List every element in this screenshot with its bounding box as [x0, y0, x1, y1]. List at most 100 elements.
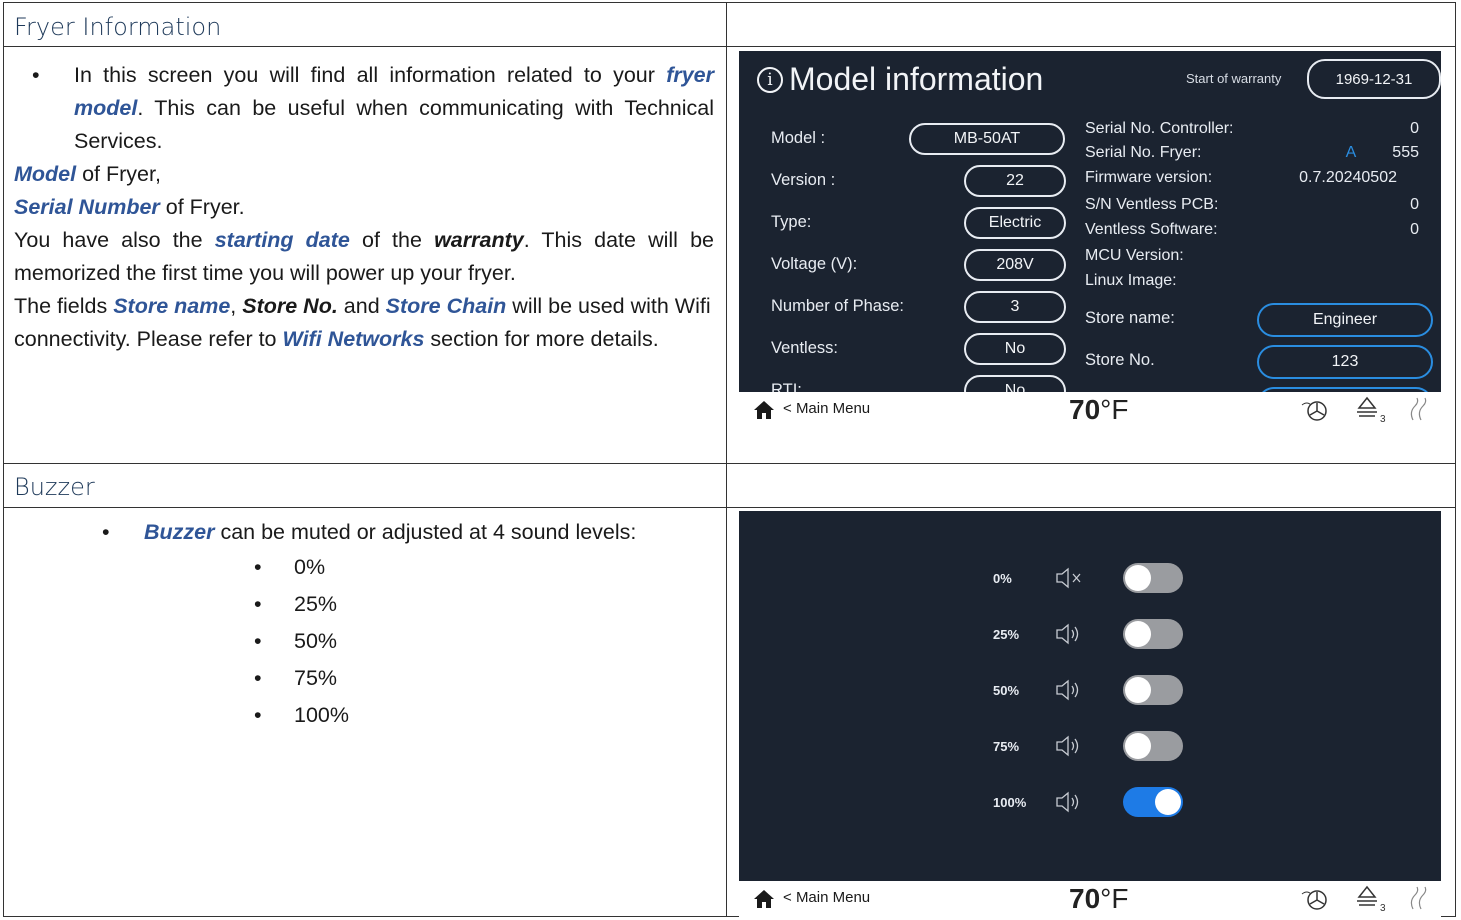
toggle-knob: [1125, 677, 1151, 703]
store-field-input[interactable]: 123: [1257, 345, 1433, 379]
field-label: Number of Phase:: [771, 297, 904, 315]
levels-list: • 0% • 25% • 50% • 75% • 100%: [254, 549, 714, 734]
level-text: 100%: [294, 703, 349, 727]
field-label: Ventless:: [771, 339, 838, 357]
info-value-text: 0: [1410, 221, 1419, 238]
model-information-screen: i Model information Start of warranty 19…: [739, 51, 1441, 428]
filter-icon: 3: [1357, 396, 1386, 424]
store-fields-paragraph: The fields Store name, Store No. and Sto…: [14, 294, 711, 351]
list-item: • Buzzer can be muted or adjusted at 4 s…: [102, 520, 637, 544]
serial-line: Serial Number of Fryer.: [14, 195, 245, 219]
section-title-fryer: Fryer Information: [14, 13, 222, 41]
chevron-left-icon: <: [783, 889, 792, 906]
row-divider: [4, 46, 1455, 47]
info-value: A 555: [1346, 144, 1439, 162]
home-icon[interactable]: [753, 400, 775, 420]
list-item: • 100%: [254, 697, 714, 734]
info-value-text: 0.7.20240502: [1299, 169, 1397, 186]
info-row: Firmware version: 0.7.20240502: [1085, 169, 1439, 187]
field-value: No: [964, 333, 1066, 365]
chevron-left-icon: <: [783, 400, 792, 417]
level-label: 100%: [993, 794, 1027, 810]
fan-icon: [1301, 890, 1327, 910]
field-value: MB-50AT: [909, 123, 1065, 155]
store-field-input[interactable]: Engineer: [1257, 303, 1433, 337]
temperature-display: 70°F: [1069, 883, 1129, 914]
status-icons: 3: [1299, 885, 1433, 913]
info-label: Serial No. Fryer:: [1085, 144, 1202, 161]
field-label: Type:: [771, 213, 812, 231]
list-item: • 25%: [254, 586, 714, 623]
buzzer-description: • Buzzer can be muted or adjusted at 4 s…: [14, 516, 714, 734]
filter-icon: 3: [1357, 885, 1386, 913]
screen-footer: < Main Menu 70°F 3: [739, 881, 1441, 917]
list-item: • 75%: [254, 660, 714, 697]
serial-prefix: A: [1345, 144, 1357, 161]
warranty-paragraph: You have also the starting date of the w…: [14, 228, 714, 285]
level-text: 25%: [294, 592, 338, 616]
info-row: Serial No. Controller: 0: [1085, 120, 1439, 138]
level-text: 0%: [294, 555, 326, 579]
info-value: 0: [1410, 221, 1439, 239]
info-label: S/N Ventless PCB:: [1085, 196, 1219, 213]
section-title-buzzer: Buzzer: [14, 473, 95, 501]
buzzer-level-toggle[interactable]: [1123, 787, 1183, 817]
fryer-description: • In this screen you will find all infor…: [14, 59, 714, 356]
heat-icon: [1410, 886, 1427, 910]
column-divider: [726, 3, 727, 916]
store-field-label: Store No.: [1085, 351, 1155, 369]
main-menu-button[interactable]: < Main Menu: [783, 400, 870, 417]
level-text: 75%: [294, 666, 338, 690]
level-text: 50%: [294, 629, 338, 653]
info-row: Linux Image:: [1085, 272, 1439, 290]
buzzer-level-toggle[interactable]: [1123, 563, 1183, 593]
field-label: Voltage (V):: [771, 255, 858, 273]
row-divider: [4, 463, 1455, 464]
info-value-text: 555: [1392, 144, 1419, 161]
buzzer-level-toggle[interactable]: [1123, 619, 1183, 649]
fan-icon: [1301, 401, 1327, 421]
info-row: MCU Version:: [1085, 247, 1439, 265]
info-row: Serial No. Fryer: A 555: [1085, 144, 1439, 162]
toggle-knob: [1155, 789, 1181, 815]
warranty-date-field[interactable]: 1969-12-31: [1307, 59, 1441, 99]
buzzer-level-toggle[interactable]: [1123, 675, 1183, 705]
speaker-icon: [1056, 735, 1079, 757]
level-label: 75%: [993, 738, 1020, 754]
info-icon: i: [757, 66, 783, 93]
status-icons: 3: [1299, 396, 1433, 424]
info-value: [1419, 247, 1439, 265]
row-divider: [4, 507, 1455, 508]
buzzer-level-toggle[interactable]: [1123, 731, 1183, 761]
main-menu-button[interactable]: < Main Menu: [783, 889, 870, 906]
buzzer-level-row: 100%: [993, 785, 1183, 819]
buzzer-level-row: 75%: [993, 729, 1183, 763]
speaker-icon: [1056, 623, 1079, 645]
field-label: Model :: [771, 129, 826, 147]
heat-icon: [1410, 397, 1427, 421]
toggle-knob: [1125, 565, 1151, 591]
svg-text:3: 3: [1380, 414, 1386, 424]
info-row: Ventless Software: 0: [1085, 221, 1439, 239]
info-label: Ventless Software:: [1085, 221, 1218, 238]
info-value-text: 0: [1410, 196, 1419, 213]
buzzer-level-row: 0%: [993, 561, 1183, 595]
info-value-text: 0: [1410, 120, 1419, 137]
speaker-icon: [1056, 791, 1079, 813]
info-value: 0: [1410, 120, 1439, 138]
info-label: MCU Version:: [1085, 247, 1184, 264]
field-label: Version :: [771, 171, 836, 189]
store-field-label: Store name:: [1085, 309, 1175, 327]
info-label: Firmware version:: [1085, 169, 1213, 186]
info-row: S/N Ventless PCB: 0: [1085, 196, 1439, 214]
temperature-display: 70°F: [1069, 394, 1129, 425]
home-icon[interactable]: [753, 889, 775, 909]
buzzer-level-row: 25%: [993, 617, 1183, 651]
field-value: Electric: [964, 207, 1066, 239]
list-item: • 0%: [254, 549, 714, 586]
info-value: 0.7.20240502: [1299, 169, 1439, 187]
field-value: 22: [964, 165, 1066, 197]
field-value: 208V: [964, 249, 1066, 281]
model-line: Model of Fryer,: [14, 162, 161, 186]
buzzer-level-row: 50%: [993, 673, 1183, 707]
